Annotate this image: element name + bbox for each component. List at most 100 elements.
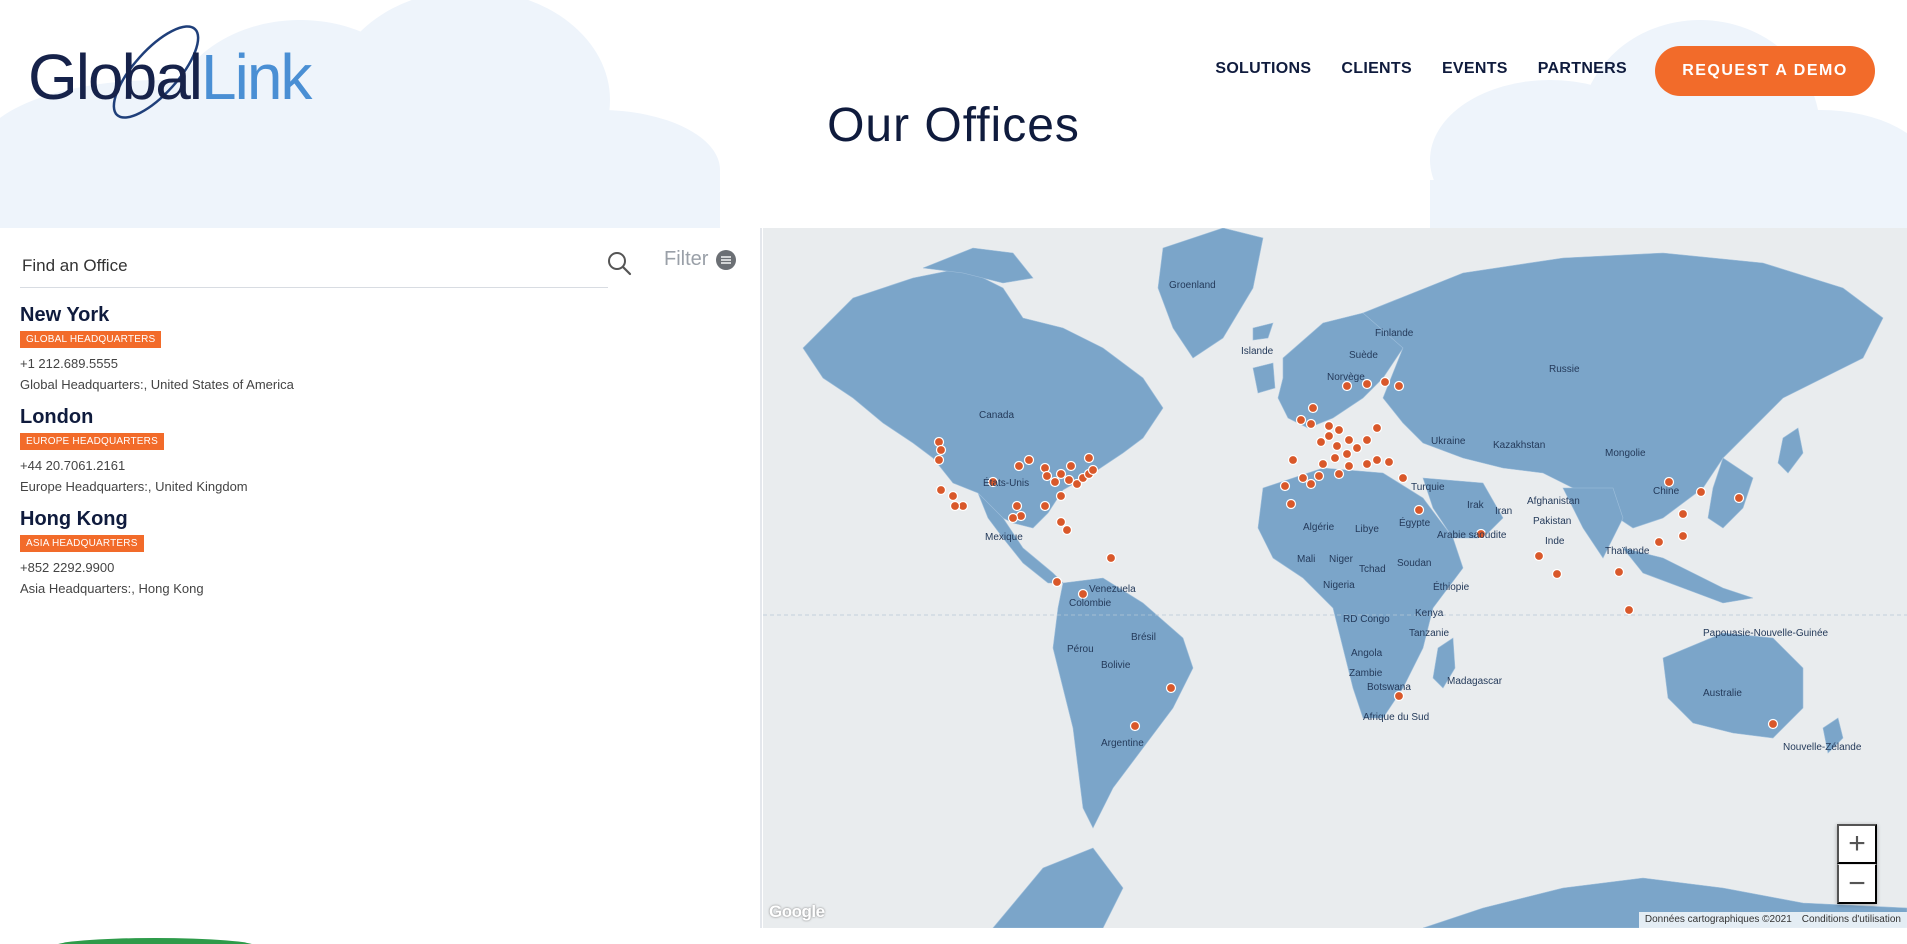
office-marker[interactable] <box>1051 576 1063 588</box>
office-marker[interactable] <box>935 484 947 496</box>
office-marker[interactable] <box>1083 452 1095 464</box>
office-marker[interactable] <box>933 454 945 466</box>
office-marker[interactable] <box>1383 456 1395 468</box>
map-label-soudan: Soudan <box>1397 558 1432 569</box>
office-search-input[interactable] <box>22 252 602 280</box>
office-marker[interactable] <box>1351 442 1363 454</box>
office-marker[interactable] <box>1677 508 1689 520</box>
office-marker[interactable] <box>1413 504 1425 516</box>
office-marker[interactable] <box>1379 376 1391 388</box>
office-marker[interactable] <box>1767 718 1779 730</box>
map-zoom-out-button[interactable]: − <box>1837 864 1877 904</box>
map-label-bolivie: Bolivie <box>1101 660 1131 671</box>
office-marker[interactable] <box>1361 458 1373 470</box>
map-label-canada: Canada <box>979 410 1015 421</box>
office-address: Global Headquarters:, United States of A… <box>20 377 294 392</box>
nav-events[interactable]: EVENTS <box>1442 60 1508 78</box>
office-item-new-york[interactable]: New York GLOBAL HEADQUARTERS +1 212.689.… <box>20 304 294 392</box>
map-label-madagascar: Madagascar <box>1447 676 1503 687</box>
office-marker[interactable] <box>1287 454 1299 466</box>
office-marker[interactable] <box>1331 440 1343 452</box>
map-label-mongolie: Mongolie <box>1605 448 1646 459</box>
office-marker[interactable] <box>1061 524 1073 536</box>
office-marker[interactable] <box>1317 458 1329 470</box>
office-marker[interactable] <box>1307 402 1319 414</box>
main-nav: SOLUTIONS CLIENTS EVENTS PARTNERS <box>1215 60 1627 78</box>
map-label-tanzanie: Tanzanie <box>1409 628 1450 639</box>
office-marker[interactable] <box>1329 452 1341 464</box>
nav-solutions[interactable]: SOLUTIONS <box>1215 60 1311 78</box>
office-marker[interactable] <box>1297 472 1309 484</box>
office-marker[interactable] <box>1023 454 1035 466</box>
map-label-chine: Chine <box>1653 486 1680 497</box>
office-item-london[interactable]: London EUROPE HEADQUARTERS +44 20.7061.2… <box>20 406 248 494</box>
office-marker[interactable] <box>1613 566 1625 578</box>
map-zoom-in-button[interactable]: + <box>1837 824 1877 864</box>
office-marker[interactable] <box>1105 552 1117 564</box>
office-marker[interactable] <box>1533 550 1545 562</box>
office-marker[interactable] <box>1341 448 1353 460</box>
office-marker[interactable] <box>1129 720 1141 732</box>
office-marker[interactable] <box>1011 500 1023 512</box>
office-marker[interactable] <box>1039 500 1051 512</box>
office-marker[interactable] <box>1165 682 1177 694</box>
office-marker[interactable] <box>1323 420 1335 432</box>
footer-edge <box>0 928 1907 944</box>
office-marker[interactable] <box>1055 490 1067 502</box>
office-marker[interactable] <box>1653 536 1665 548</box>
office-marker[interactable] <box>1055 516 1067 528</box>
office-marker[interactable] <box>1305 418 1317 430</box>
office-phone[interactable]: +1 212.689.5555 <box>20 356 294 371</box>
map-label-iran: Iran <box>1495 506 1513 517</box>
office-marker[interactable] <box>1361 434 1373 446</box>
map-label-bresil: Brésil <box>1131 632 1157 643</box>
offices-map[interactable]: Groenland Canada États-Unis Mexique Vene… <box>763 228 1907 928</box>
office-marker[interactable] <box>1733 492 1745 504</box>
search-icon[interactable] <box>606 250 632 276</box>
nav-clients[interactable]: CLIENTS <box>1341 60 1412 78</box>
office-marker[interactable] <box>1371 422 1383 434</box>
office-marker[interactable] <box>1013 460 1025 472</box>
map-data-credit[interactable]: Données cartographiques ©2021 <box>1645 914 1792 926</box>
office-marker[interactable] <box>1551 568 1563 580</box>
map-label-botswana: Botswana <box>1367 682 1411 693</box>
map-label-nigeria: Nigeria <box>1323 580 1355 591</box>
office-phone[interactable]: +852 2292.9900 <box>20 560 204 575</box>
office-marker[interactable] <box>1393 380 1405 392</box>
office-name: Hong Kong <box>20 508 128 530</box>
office-marker[interactable] <box>1333 424 1345 436</box>
google-logo[interactable]: Google <box>769 902 825 922</box>
office-phone[interactable]: +44 20.7061.2161 <box>20 458 248 473</box>
office-marker[interactable] <box>1695 486 1707 498</box>
office-marker[interactable] <box>949 500 961 512</box>
office-marker[interactable] <box>1285 498 1297 510</box>
map-label-pakistan: Pakistan <box>1533 516 1572 527</box>
office-marker[interactable] <box>1677 530 1689 542</box>
office-marker[interactable] <box>1343 460 1355 472</box>
office-item-hong-kong[interactable]: Hong Kong ASIA HEADQUARTERS +852 2292.99… <box>20 508 204 596</box>
office-marker[interactable] <box>1305 478 1317 490</box>
office-marker[interactable] <box>1041 470 1053 482</box>
office-marker[interactable] <box>1397 472 1409 484</box>
office-marker[interactable] <box>1087 464 1099 476</box>
office-marker[interactable] <box>947 490 959 502</box>
office-marker[interactable] <box>1313 470 1325 482</box>
office-marker[interactable] <box>1371 454 1383 466</box>
office-marker[interactable] <box>1343 434 1355 446</box>
request-demo-button[interactable]: REQUEST A DEMO <box>1655 46 1875 96</box>
office-marker[interactable] <box>1333 468 1345 480</box>
office-marker[interactable] <box>1295 414 1307 426</box>
office-marker[interactable] <box>1623 604 1635 616</box>
office-marker[interactable] <box>1049 476 1061 488</box>
map-terms-link[interactable]: Conditions d'utilisation <box>1802 914 1901 926</box>
office-marker[interactable] <box>935 444 947 456</box>
office-marker[interactable] <box>1315 436 1327 448</box>
office-marker[interactable] <box>1055 468 1067 480</box>
office-marker[interactable] <box>1279 480 1291 492</box>
filter-toggle[interactable]: Filter <box>664 248 737 271</box>
office-marker[interactable] <box>1323 430 1335 442</box>
office-marker[interactable] <box>1007 512 1019 524</box>
nav-partners[interactable]: PARTNERS <box>1538 60 1627 78</box>
office-marker[interactable] <box>1065 460 1077 472</box>
map-label-ukraine: Ukraine <box>1431 436 1466 447</box>
